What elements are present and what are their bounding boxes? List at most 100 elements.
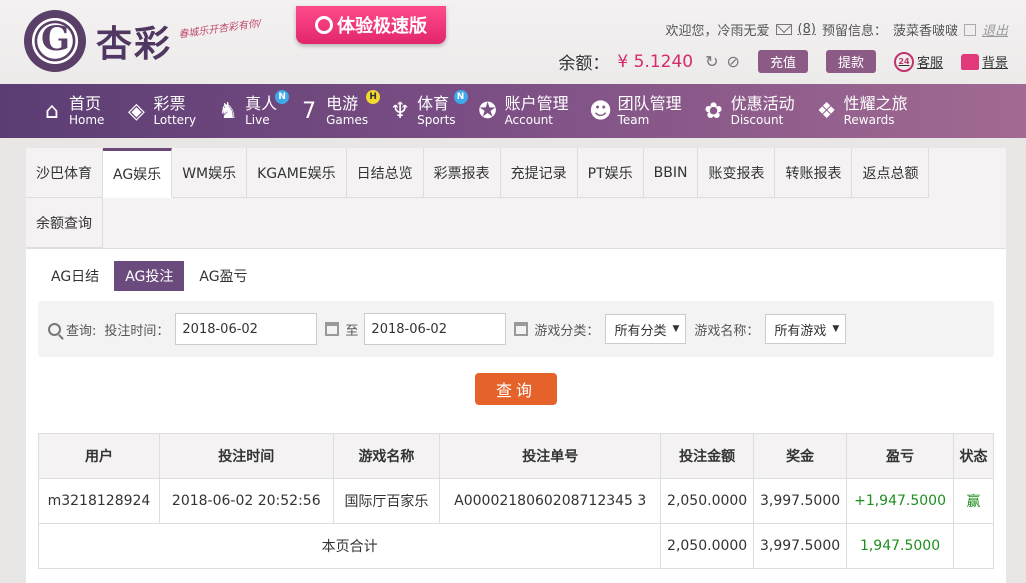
tab-bbin[interactable]: BBIN	[643, 148, 699, 198]
nav-label: 团队管理	[617, 94, 682, 113]
recharge-button[interactable]: 充值	[757, 50, 808, 73]
nav-label: 优惠活动	[730, 94, 795, 113]
new-badge: N	[453, 90, 468, 104]
nav-sublabel: Home	[69, 113, 105, 127]
main-nav: ⌂ 首页 Home ◈ 彩票 Lottery ♞ 真人 Live N 7 电游 Game…	[0, 84, 1026, 138]
query-button[interactable]: 查询	[475, 373, 557, 405]
nav-sublabel: Account	[504, 113, 554, 127]
report-panel: 沙巴体育 AG娱乐 WM娱乐 KGAME娱乐 日结总览 彩票报表 充提记录 PT…	[26, 148, 1006, 583]
cell-bonus: 3,997.5000	[753, 478, 848, 524]
calendar-icon[interactable]	[514, 322, 529, 336]
col-game-name: 游戏名称	[332, 433, 441, 479]
balance-row: 余额： ¥ 5.1240 ↻ ⊘ 充值 提款 24 客服 背景	[558, 49, 1008, 74]
logo-mark-icon	[24, 10, 86, 72]
tab-balance-query[interactable]: 余额查询	[26, 198, 103, 248]
col-bet-number: 投注单号	[439, 433, 662, 479]
col-user: 用户	[38, 433, 160, 479]
game-name-select[interactable]: 所有游戏 ▼	[765, 314, 847, 344]
query-bar: 查询: 投注时间： 2018-06-02 至 2018-06-02 游戏分类： …	[38, 301, 994, 357]
hot-badge: H	[366, 90, 381, 104]
nav-rewards[interactable]: ❖ 性耀之旅 Rewards	[815, 94, 908, 127]
tab-saba-sports[interactable]: 沙巴体育	[26, 148, 103, 198]
caret-down-icon: ▼	[672, 324, 680, 334]
subtab-ag-bets[interactable]: AG投注	[114, 261, 185, 291]
cell-game-name: 国际厅百家乐	[332, 478, 441, 524]
edit-icon[interactable]	[963, 23, 976, 36]
nav-lottery[interactable]: ◈ 彩票 Lottery	[124, 94, 197, 127]
total-profit: 1,947.5000	[846, 523, 955, 569]
withdraw-button[interactable]: 提款	[825, 50, 876, 73]
tab-rebate-total[interactable]: 返点总额	[852, 148, 930, 198]
subtab-ag-profit[interactable]: AG盈亏	[188, 261, 258, 291]
tab-kgame-entertainment[interactable]: KGAME娱乐	[247, 148, 347, 198]
col-bonus: 奖金	[753, 433, 848, 479]
cell-bet-time: 2018-06-02 20:52:56	[158, 478, 334, 524]
tab-daily-overview[interactable]: 日结总览	[346, 148, 424, 198]
balance-label: 余额：	[558, 54, 610, 74]
balance-value: ¥ 5.1240	[617, 51, 694, 72]
refresh-icon[interactable]: ↻	[705, 52, 718, 71]
nav-label: 账户管理	[504, 94, 569, 113]
table-row: m3218128924 2018-06-02 20:52:56 国际厅百家乐 A…	[38, 478, 994, 524]
tab-transfer-report[interactable]: 转账报表	[775, 148, 853, 198]
subtab-ag-daily[interactable]: AG日结	[40, 261, 110, 291]
tab-account-change[interactable]: 账变报表	[698, 148, 776, 198]
nav-label: 性耀之旅	[843, 94, 908, 113]
header: 杏彩 春城乐开杏彩有你/ 体验极速版 欢迎您，冷雨无爱 (8) 预留信息： 菠菜…	[0, 0, 1026, 84]
nav-sublabel: Sports	[417, 113, 456, 127]
welcome-text: 欢迎您，冷雨无爱	[665, 24, 770, 39]
brand-slogan: 春城乐开杏彩有你/	[177, 18, 263, 41]
nav-account[interactable]: ✪ 账户管理 Account	[476, 94, 569, 127]
nav-sublabel: Lottery	[153, 113, 197, 127]
total-bet-amount: 2,050.0000	[660, 523, 755, 569]
nav-sublabel: Discount	[730, 113, 784, 127]
tab-ag-entertainment[interactable]: AG娱乐	[103, 148, 173, 198]
brand-logo[interactable]: 杏彩	[24, 10, 172, 72]
slot-seven-icon: 7	[302, 98, 317, 124]
nav-discount[interactable]: ✿ 优惠活动 Discount	[702, 94, 795, 127]
reserved-info-label: 预留信息：	[821, 24, 887, 39]
tab-deposit-withdraw[interactable]: 充提记录	[500, 148, 578, 198]
game-name-value: 所有游戏	[774, 323, 827, 339]
col-bet-time: 投注时间	[158, 433, 334, 479]
nav-label: 首页	[69, 94, 102, 113]
date-to-input[interactable]: 2018-06-02	[364, 313, 507, 345]
nav-sublabel: Games	[326, 113, 369, 127]
cell-bet-amount: 2,050.0000	[660, 478, 755, 524]
background-link[interactable]: 背景	[960, 52, 1008, 71]
shirt-icon	[960, 53, 979, 70]
background-label: 背景	[981, 56, 1008, 71]
report-tabs: 沙巴体育 AG娱乐 WM娱乐 KGAME娱乐 日结总览 彩票报表 充提记录 PT…	[26, 148, 1006, 249]
category-select[interactable]: 所有分类 ▼	[605, 314, 687, 344]
nav-home[interactable]: ⌂ 首页 Home	[40, 94, 105, 127]
customer-service-link[interactable]: 24 客服	[893, 51, 943, 72]
nav-label: 电游	[326, 94, 359, 113]
nav-team[interactable]: ☻ 团队管理 Team	[589, 94, 682, 127]
logout-link[interactable]: 退出	[982, 20, 1008, 39]
nav-sports[interactable]: ♆ 体育 Sports N	[388, 90, 468, 127]
nav-games[interactable]: 7 电游 Games H	[297, 90, 381, 127]
game-name-label: 游戏名称：	[694, 323, 760, 339]
nav-label: 彩票	[153, 94, 186, 113]
reserved-info-value: 菠菜香啵啵	[892, 24, 958, 39]
tab-pt-entertainment[interactable]: PT娱乐	[577, 148, 644, 198]
brand-name: 杏彩	[96, 23, 173, 65]
cell-user: m3218128924	[38, 478, 160, 524]
hide-balance-icon[interactable]: ⊘	[727, 52, 740, 71]
speed-version-button[interactable]: 体验极速版	[296, 6, 446, 44]
nav-live[interactable]: ♞ 真人 Live N	[216, 90, 290, 126]
calendar-icon[interactable]	[325, 322, 340, 336]
lottery-icon: ◈	[127, 98, 145, 124]
bet-record-table: 用户 投注时间 游戏名称 投注单号 投注金额 奖金 盈亏 状态 m3218128…	[37, 433, 994, 569]
tab-lottery-report[interactable]: 彩票报表	[423, 148, 501, 198]
mail-count-link[interactable]: (8)	[798, 22, 816, 37]
total-label: 本页合计	[37, 523, 662, 569]
tab-wm-entertainment[interactable]: WM娱乐	[172, 148, 248, 198]
cell-status: 赢	[953, 478, 994, 524]
live-dealer-icon: ♞	[218, 98, 238, 124]
date-from-input[interactable]: 2018-06-02	[175, 313, 318, 345]
cell-profit: +1,947.5000	[846, 478, 955, 524]
mail-icon[interactable]	[775, 24, 792, 35]
total-bonus: 3,997.5000	[753, 523, 848, 569]
cell-bet-number: A0000218060208712345 3	[439, 478, 662, 524]
